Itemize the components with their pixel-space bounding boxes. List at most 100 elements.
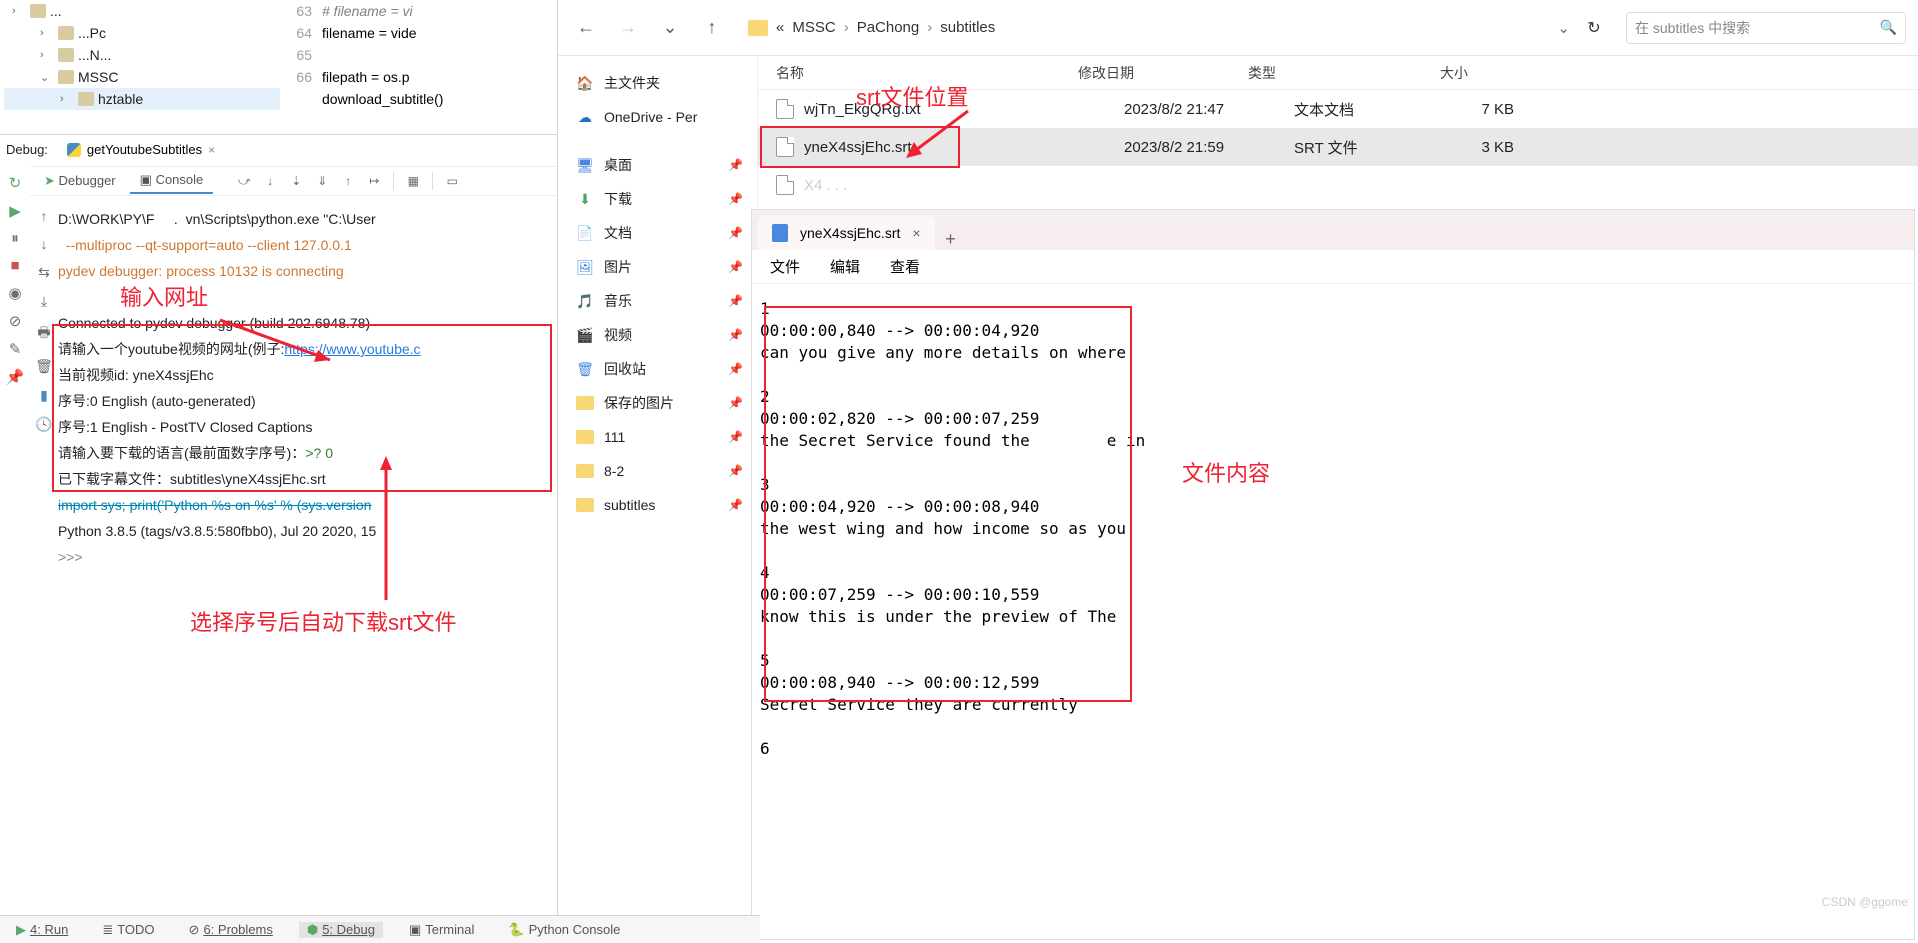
- step-into-icon[interactable]: ↓: [259, 170, 281, 192]
- pin-icon[interactable]: 📌: [6, 368, 25, 386]
- view-breakpoints-icon[interactable]: ◉: [8, 284, 21, 302]
- notepad-content[interactable]: 1 00:00:00,840 --> 00:00:04,920 can you …: [752, 284, 1914, 774]
- sidebar-documents[interactable]: 📄文档📌: [562, 216, 753, 250]
- up-button[interactable]: ↑: [696, 12, 728, 44]
- column-headers[interactable]: 名称 修改日期 类型 大小: [758, 56, 1918, 90]
- breadcrumb[interactable]: « MSSC› PaChong› subtitles ⌄: [738, 19, 1570, 37]
- file-row[interactable]: wjTn_EkgQRg.txt 2023/8/2 21:47 文本文档 7 KB: [758, 90, 1918, 128]
- editor[interactable]: 63# filename = vi 64filename = vide 65 6…: [282, 0, 557, 130]
- python-prompt-icon[interactable]: ▮: [40, 387, 48, 404]
- tab-console[interactable]: ▣ Console: [130, 168, 214, 194]
- debug-config-tab[interactable]: getYoutubeSubtitles ×: [58, 138, 224, 161]
- sidebar-onedrive[interactable]: ☁OneDrive - Per: [562, 100, 753, 134]
- sidebar-videos[interactable]: 🎬视频📌: [562, 318, 753, 352]
- step-over-icon[interactable]: ⤻: [233, 170, 255, 192]
- scroll-icon[interactable]: ⤓: [41, 293, 47, 310]
- python-icon: [67, 143, 81, 157]
- sidebar-folder[interactable]: subtitles📌: [562, 488, 753, 522]
- sidebar-downloads[interactable]: ⬇下载📌: [562, 182, 753, 216]
- ide-bottom-bar: ▶4: Run ≣ TODO ⊘ 6: Problems ⬢ 5: Debug …: [0, 915, 760, 943]
- sidebar-folder[interactable]: 111📌: [562, 420, 753, 454]
- col-type[interactable]: 类型: [1248, 63, 1398, 83]
- bottom-problems[interactable]: ⊘ 6: Problems: [181, 922, 281, 938]
- recycle-icon: 🗑: [576, 361, 594, 378]
- console-side-rail: ↑ ↓ ⇆ ⤓ 🖶 🗑 ▮ 🕓: [30, 200, 58, 433]
- explorer-sidebar[interactable]: 🏠主文件夹 ☁OneDrive - Per 🖥桌面📌 ⬇下载📌 📄文档📌 🖼图片…: [558, 56, 758, 943]
- mute-breakpoints-icon[interactable]: ⊘: [9, 312, 22, 330]
- tab-debugger[interactable]: ➤ Debugger: [34, 169, 126, 193]
- watermark: CSDN @ggome: [1822, 895, 1908, 909]
- print-icon[interactable]: 🖶: [37, 322, 50, 346]
- folder-icon: [576, 396, 594, 410]
- refresh-button[interactable]: ↻: [1580, 18, 1608, 38]
- url-link[interactable]: https://www.youtube.c: [284, 341, 420, 357]
- file-row[interactable]: X4 . . .: [758, 166, 1918, 204]
- tree-item-hztable[interactable]: hztable: [4, 88, 280, 110]
- file-row-selected[interactable]: yneX4ssjEhc.srt 2023/8/2 21:59 SRT 文件 3 …: [758, 128, 1918, 166]
- tree-item[interactable]: ...: [4, 0, 280, 22]
- step-into-my-icon[interactable]: ⇣: [285, 170, 307, 192]
- layout-icon[interactable]: ▭: [441, 170, 463, 192]
- search-icon: 🔍: [1880, 19, 1897, 36]
- run-to-cursor-icon[interactable]: ↦: [363, 170, 385, 192]
- tree-item[interactable]: ...N...: [4, 44, 280, 66]
- sidebar-folder[interactable]: 8-2📌: [562, 454, 753, 488]
- back-button[interactable]: ←: [570, 12, 602, 44]
- console-output[interactable]: D:\WORK\PY\F . vn\Scripts\python.exe "C:…: [58, 200, 557, 895]
- cloud-icon: ☁: [576, 109, 594, 126]
- pictures-icon: 🖼: [576, 259, 594, 276]
- menu-view[interactable]: 查看: [890, 256, 920, 277]
- settings-icon[interactable]: ✎: [9, 340, 22, 358]
- rerun-icon[interactable]: ↻: [9, 174, 22, 192]
- recent-button[interactable]: ⌄: [654, 12, 686, 44]
- close-icon[interactable]: ×: [912, 225, 920, 241]
- force-step-icon[interactable]: ⇓: [311, 170, 333, 192]
- up-icon[interactable]: ↑: [41, 208, 48, 224]
- video-icon: 🎬: [576, 327, 594, 344]
- home-icon: 🏠: [576, 75, 594, 92]
- desktop-icon: 🖥: [576, 157, 594, 174]
- ide-panel: ... ...Pc ...N... MSSC hztable 63# filen…: [0, 0, 558, 943]
- search-input[interactable]: 在 subtitles 中搜索 🔍: [1626, 12, 1906, 44]
- menu-edit[interactable]: 编辑: [830, 256, 860, 277]
- bottom-run[interactable]: ▶4: Run: [8, 922, 76, 938]
- notepad-menu: 文件 编辑 查看: [752, 250, 1914, 284]
- bottom-debug[interactable]: ⬢ 5: Debug: [299, 922, 383, 938]
- project-tree[interactable]: ... ...Pc ...N... MSSC hztable: [4, 0, 280, 110]
- wrap-icon[interactable]: ⇆: [38, 264, 50, 281]
- col-name[interactable]: 名称: [758, 63, 1078, 83]
- stop-icon[interactable]: ■: [10, 257, 19, 274]
- sidebar-desktop[interactable]: 🖥桌面📌: [562, 148, 753, 182]
- step-out-icon[interactable]: ↑: [337, 170, 359, 192]
- folder-icon: [576, 430, 594, 444]
- debug-header: Debug: getYoutubeSubtitles ×: [0, 134, 557, 164]
- col-size[interactable]: 大小: [1398, 63, 1498, 83]
- notepad-tab[interactable]: yneX4ssjEhc.srt ×: [758, 216, 935, 250]
- sidebar-folder[interactable]: 保存的图片📌: [562, 386, 753, 420]
- col-date[interactable]: 修改日期: [1078, 63, 1248, 83]
- sidebar-pictures[interactable]: 🖼图片📌: [562, 250, 753, 284]
- music-icon: 🎵: [576, 293, 594, 310]
- history-icon[interactable]: 🕓: [35, 416, 52, 433]
- notepad-tab-bar: yneX4ssjEhc.srt × +: [752, 210, 1914, 250]
- new-tab-button[interactable]: +: [935, 229, 967, 250]
- bottom-todo[interactable]: ≣ TODO: [94, 922, 162, 938]
- tree-item[interactable]: ...Pc: [4, 22, 280, 44]
- bottom-python-console[interactable]: 🐍 Python Console: [500, 922, 628, 938]
- sidebar-recycle[interactable]: 🗑回收站📌: [562, 352, 753, 386]
- menu-file[interactable]: 文件: [770, 256, 800, 277]
- down-icon[interactable]: ↓: [41, 236, 48, 252]
- clear-icon[interactable]: 🗑: [35, 358, 53, 375]
- pause-icon[interactable]: ⏸: [11, 230, 19, 247]
- tree-item-mssc[interactable]: MSSC: [4, 66, 280, 88]
- resume-icon[interactable]: ▶: [9, 202, 21, 220]
- bottom-terminal[interactable]: ▣ Terminal: [401, 922, 482, 938]
- evaluate-icon[interactable]: ▦: [402, 170, 424, 192]
- debug-label: Debug:: [6, 142, 48, 157]
- file-icon: [776, 137, 794, 157]
- chevron-down-icon[interactable]: ⌄: [1557, 19, 1570, 37]
- sidebar-home[interactable]: 🏠主文件夹: [562, 66, 753, 100]
- close-icon[interactable]: ×: [208, 143, 215, 157]
- forward-button[interactable]: →: [612, 12, 644, 44]
- sidebar-music[interactable]: 🎵音乐📌: [562, 284, 753, 318]
